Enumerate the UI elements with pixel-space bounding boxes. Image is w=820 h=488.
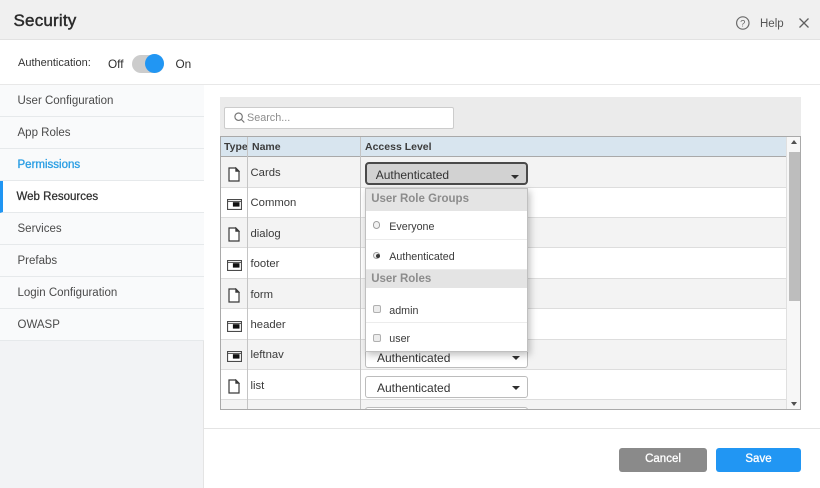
svg-text:Help: Help [760,17,784,29]
svg-text:?: ? [740,18,745,29]
